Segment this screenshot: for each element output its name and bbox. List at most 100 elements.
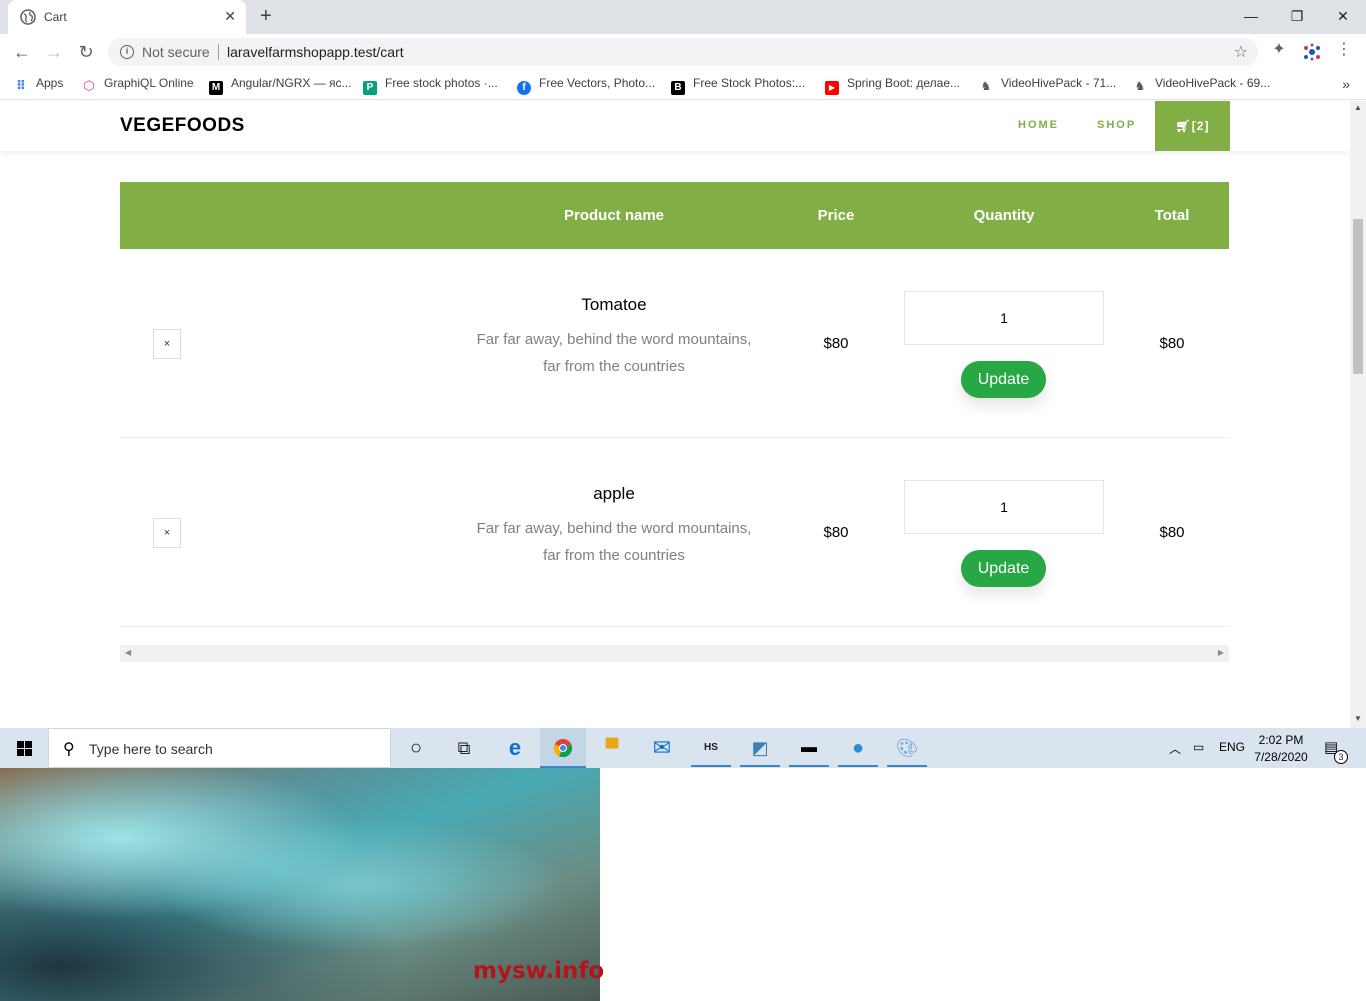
- close-tab-icon[interactable]: ✕: [224, 8, 236, 24]
- product-name: Tomatoe: [581, 295, 647, 314]
- nav-cart[interactable]: 🛒︎[2]: [1155, 101, 1230, 151]
- bookmark-burst-photos[interactable]: B Free Stock Photos:...: [671, 76, 805, 95]
- new-tab-icon[interactable]: +: [260, 5, 272, 27]
- search-placeholder: Type here to search: [89, 741, 213, 757]
- restore-icon[interactable]: ❐: [1284, 4, 1310, 28]
- scroll-left-arrow-icon[interactable]: ◀: [125, 648, 131, 657]
- page-vertical-scrollbar[interactable]: ▲ ▼: [1350, 101, 1366, 728]
- pexels-icon: P: [363, 81, 377, 95]
- windows-taskbar: ⚲ Type here to search ○ ⧉ e ▀ ✉ HS ◩ ▬ ●…: [0, 728, 1366, 768]
- address-bar[interactable]: i Not secure laravelfarmshopapp.test/car…: [108, 38, 1258, 66]
- column-product-name: Product name: [563, 207, 665, 224]
- scroll-right-arrow-icon[interactable]: ▶: [1218, 648, 1224, 657]
- taskbar-chrome-button[interactable]: [540, 728, 586, 768]
- bookmark-videohivepack-71[interactable]: ♞ VideoHivePack - 71...: [979, 76, 1117, 94]
- minimize-icon[interactable]: —: [1238, 4, 1264, 28]
- videohive-icon: ♞: [980, 79, 992, 93]
- search-icon: ⚲: [63, 741, 75, 758]
- quantity-input[interactable]: 1: [904, 291, 1104, 345]
- nav-shop[interactable]: SHOP: [1097, 119, 1136, 131]
- chrome-icon: [553, 739, 573, 758]
- heidisql-icon[interactable]: HS: [695, 734, 727, 762]
- close-window-icon[interactable]: ✕: [1330, 4, 1356, 28]
- file-explorer-icon[interactable]: ▀: [596, 734, 628, 762]
- graphql-icon: ⬡: [83, 78, 95, 93]
- profile-avatar-icon[interactable]: [1302, 42, 1322, 62]
- browser-toolbar: ← → ↻ i Not secure laravelfarmshopapp.te…: [0, 34, 1366, 70]
- quantity-input[interactable]: 1: [904, 480, 1104, 534]
- cortana-icon[interactable]: ○: [400, 734, 432, 762]
- edge-icon[interactable]: e: [499, 734, 531, 762]
- taskbar-clock[interactable]: 2:02 PM 7/28/2020: [1248, 732, 1314, 766]
- product-name: apple: [593, 484, 635, 503]
- column-total: Total: [1154, 207, 1190, 224]
- apps-grid-icon: ⠿: [15, 78, 27, 93]
- burst-icon: B: [671, 81, 685, 95]
- youtube-icon: ▶: [825, 81, 839, 95]
- battery-icon[interactable]: ▭: [1193, 740, 1204, 754]
- task-view-icon[interactable]: ⧉: [448, 734, 480, 762]
- update-button[interactable]: Update: [961, 550, 1046, 587]
- medium-icon: M: [209, 81, 223, 95]
- bookmark-videohivepack-69[interactable]: ♞ VideoHivePack - 69...: [1133, 76, 1271, 94]
- scrollbar-thumb[interactable]: [1353, 219, 1363, 374]
- browser-tab[interactable]: Cart ✕: [8, 0, 246, 34]
- clock-time: 2:02 PM: [1258, 733, 1304, 747]
- cart-row: × apple Far far away, behind the word mo…: [120, 438, 1229, 627]
- back-arrow-icon[interactable]: ←: [10, 40, 34, 64]
- cart-table-header: Product name Price Quantity Total: [120, 182, 1229, 249]
- taskbar-search[interactable]: ⚲ Type here to search: [48, 728, 391, 768]
- table-horizontal-scrollbar[interactable]: ◀ ▶: [120, 645, 1229, 662]
- bookmark-free-vectors[interactable]: f Free Vectors, Photo...: [517, 76, 655, 95]
- tab-title: Cart: [44, 10, 67, 24]
- product-price: $80: [823, 524, 849, 541]
- menu-kebab-icon[interactable]: ⋮: [1334, 40, 1354, 60]
- bookmark-star-icon[interactable]: ☆: [1234, 42, 1248, 62]
- product-total: $80: [1159, 524, 1185, 541]
- globe-icon: [20, 9, 36, 25]
- browser-titlebar: Cart ✕ + — ❐ ✕: [0, 0, 1366, 34]
- more-bookmarks-icon[interactable]: »: [1342, 76, 1350, 92]
- product-total: $80: [1159, 335, 1185, 352]
- terminal-icon[interactable]: ▬: [793, 734, 825, 762]
- url-divider: [218, 44, 219, 60]
- page-viewport: VEGEFOODS HOME SHOP 🛒︎[2] Product name P…: [0, 101, 1350, 728]
- language-indicator[interactable]: ENG: [1219, 740, 1245, 754]
- scroll-down-arrow-icon[interactable]: ▼: [1354, 714, 1362, 723]
- scroll-up-arrow-icon[interactable]: ▲: [1354, 103, 1362, 112]
- mail-icon[interactable]: ✉: [646, 734, 678, 762]
- remove-item-button[interactable]: ×: [153, 518, 181, 548]
- cart-row: × Tomatoe Far far away, behind the word …: [120, 249, 1229, 438]
- bookmark-spring-boot[interactable]: ▶ Spring Boot: делае...: [825, 76, 960, 95]
- nav-home[interactable]: HOME: [1018, 119, 1059, 131]
- freepik-icon: f: [517, 81, 531, 95]
- bookmark-free-stock-photos[interactable]: P Free stock photos ·...: [363, 76, 498, 95]
- bookmark-graphiql[interactable]: ⬡ GraphiQL Online: [82, 76, 193, 94]
- extensions-puzzle-icon[interactable]: ✦: [1269, 40, 1289, 60]
- bookmark-angular-ngrx[interactable]: M Angular/NGRX — яс...: [209, 76, 352, 95]
- watermark-text: mysw.info: [473, 958, 605, 984]
- not-secure-label: Not secure: [142, 44, 210, 60]
- url-text[interactable]: laravelfarmshopapp.test/cart: [227, 44, 404, 60]
- info-icon[interactable]: i: [120, 45, 134, 59]
- start-button[interactable]: [0, 728, 48, 768]
- reload-icon[interactable]: ↻: [74, 40, 98, 64]
- product-description-line: Far far away, behind the word mountains,: [476, 520, 752, 537]
- product-description-line: Far far away, behind the word mountains,: [476, 331, 752, 348]
- bookmark-apps[interactable]: ⠿ Apps: [14, 76, 63, 94]
- cart-icon: 🛒︎: [1175, 119, 1192, 133]
- forward-arrow-icon[interactable]: →: [42, 40, 66, 64]
- clock-date: 7/28/2020: [1254, 750, 1308, 764]
- remove-item-button[interactable]: ×: [153, 329, 181, 359]
- postgres-elephant-icon[interactable]: ●: [842, 734, 874, 762]
- videohive-icon: ♞: [1134, 79, 1146, 93]
- desktop-wallpaper-image: mysw.info: [0, 768, 604, 1001]
- column-quantity: Quantity: [973, 207, 1035, 224]
- update-button[interactable]: Update: [961, 361, 1046, 398]
- paint-palette-icon[interactable]: 🎨︎: [891, 734, 923, 762]
- site-navbar: VEGEFOODS HOME SHOP 🛒︎[2]: [0, 101, 1350, 151]
- notepad-icon[interactable]: ◩: [744, 734, 776, 762]
- notification-badge: 3: [1334, 750, 1348, 764]
- site-logo[interactable]: VEGEFOODS: [120, 115, 245, 137]
- show-hidden-icons-chevron-icon[interactable]: ︿: [1169, 740, 1181, 757]
